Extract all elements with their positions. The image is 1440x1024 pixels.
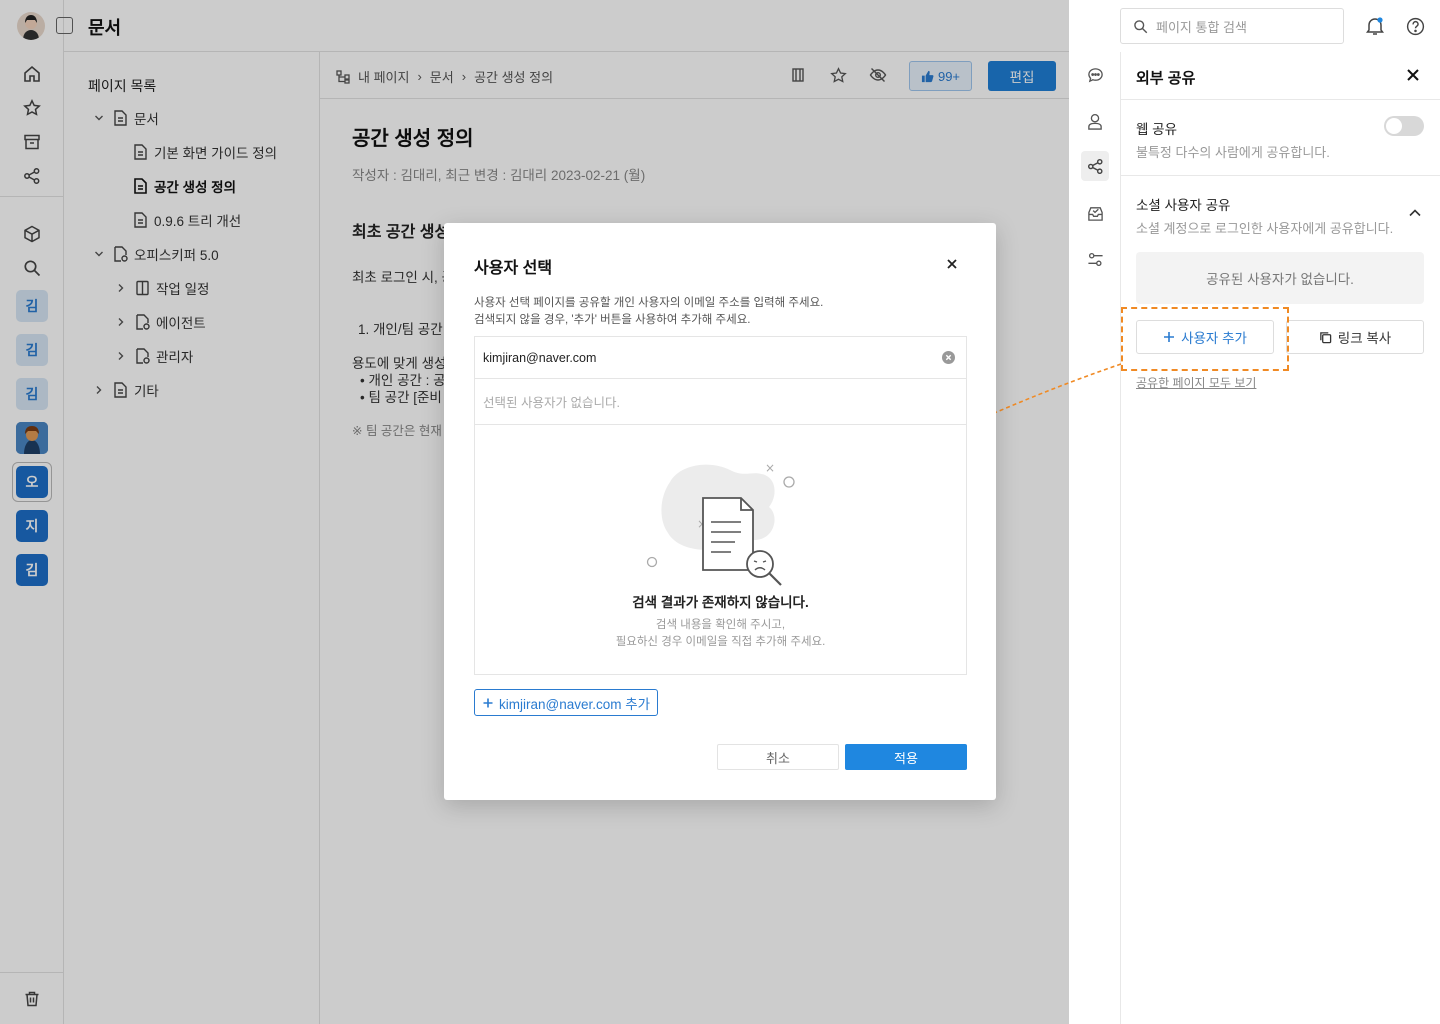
toggle-knob <box>1386 118 1402 134</box>
web-share-desc: 불특정 다수의 사람에게 공유합니다. <box>1136 145 1330 160</box>
share-icon[interactable] <box>1081 151 1109 181</box>
panel-icon-strip <box>1069 52 1121 1024</box>
app-window: 김 김 김 오 지 김 문서 페이지 목록 문서 기본 화면 가이드 정의 공간… <box>0 0 1440 1024</box>
web-share-label: 웹 공유 <box>1136 122 1178 137</box>
svg-text:×: × <box>765 461 775 475</box>
empty-result-illustration: × × <box>645 442 805 592</box>
user-icon[interactable] <box>1083 109 1107 133</box>
selected-users-empty: 선택된 사용자가 없습니다. <box>475 379 966 425</box>
external-share-panel: 외부 공유 웹 공유 불특정 다수의 사람에게 공유합니다. 소셜 사용자 공유… <box>1121 52 1440 1024</box>
clear-icon[interactable] <box>942 351 955 364</box>
shared-users-empty: 공유된 사용자가 없습니다. <box>1136 252 1424 304</box>
panel-title: 외부 공유 <box>1136 70 1196 87</box>
close-icon[interactable] <box>1404 66 1424 86</box>
add-email-button[interactable]: kimjiran@naver.com 추가 <box>474 689 659 716</box>
inbox-check-icon[interactable] <box>1083 201 1107 225</box>
user-search-box: kimjiran@naver.com 선택된 사용자가 없습니다. × × 검색… <box>474 336 967 675</box>
settings-sliders-icon[interactable] <box>1083 247 1107 271</box>
copy-link-label: 링크 복사 <box>1337 331 1392 346</box>
email-input[interactable]: kimjiran@naver.com <box>475 337 966 379</box>
user-select-modal: 사용자 선택 사용자 선택 페이지를 공유할 개인 사용자의 이메일 주소를 입… <box>444 223 996 800</box>
global-search-input[interactable]: 페이지 통합 검색 <box>1120 8 1344 44</box>
view-all-shared-link[interactable]: 공유한 페이지 모두 보기 <box>1136 374 1256 391</box>
empty-result-line: 검색 내용을 확인해 주시고, <box>655 619 786 631</box>
copy-icon <box>1319 331 1332 344</box>
bell-icon[interactable] <box>1364 15 1386 37</box>
chevron-up-icon[interactable] <box>1408 206 1422 220</box>
search-icon <box>1133 19 1148 34</box>
modal-desc-line: 사용자 선택 페이지를 공유할 개인 사용자의 이메일 주소를 입력해 주세요. <box>474 297 824 309</box>
search-placeholder: 페이지 통합 검색 <box>1156 19 1247 35</box>
help-icon[interactable] <box>1404 15 1426 37</box>
web-share-toggle[interactable] <box>1384 116 1424 136</box>
social-share-desc: 소셜 계정으로 로그인한 사용자에게 공유합니다. <box>1136 221 1394 236</box>
copy-link-button[interactable]: 링크 복사 <box>1286 320 1424 354</box>
email-input-value: kimjiran@naver.com <box>483 350 597 365</box>
plus-icon <box>483 698 493 708</box>
modal-title: 사용자 선택 <box>474 260 553 277</box>
empty-result-subtext: 검색 내용을 확인해 주시고, 필요하신 경우 이메일을 직접 추가해 주세요. <box>475 617 966 651</box>
close-icon[interactable] <box>944 256 964 276</box>
modal-description: 사용자 선택 페이지를 공유할 개인 사용자의 이메일 주소를 입력해 주세요.… <box>474 295 823 329</box>
modal-desc-line: 검색되지 않을 경우, '추가' 버튼을 사용하여 추가해 주세요. <box>474 314 751 326</box>
empty-result-title: 검색 결과가 존재하지 않습니다. <box>632 595 809 610</box>
highlight-box <box>1121 307 1289 371</box>
empty-result-line: 필요하신 경우 이메일을 직접 추가해 주세요. <box>615 636 826 648</box>
cancel-button[interactable]: 취소 <box>717 744 839 770</box>
social-share-label: 소셜 사용자 공유 <box>1136 198 1231 213</box>
comment-icon[interactable] <box>1083 63 1107 87</box>
apply-button[interactable]: 적용 <box>845 744 967 770</box>
add-email-label: kimjiran@naver.com 추가 <box>499 696 651 712</box>
